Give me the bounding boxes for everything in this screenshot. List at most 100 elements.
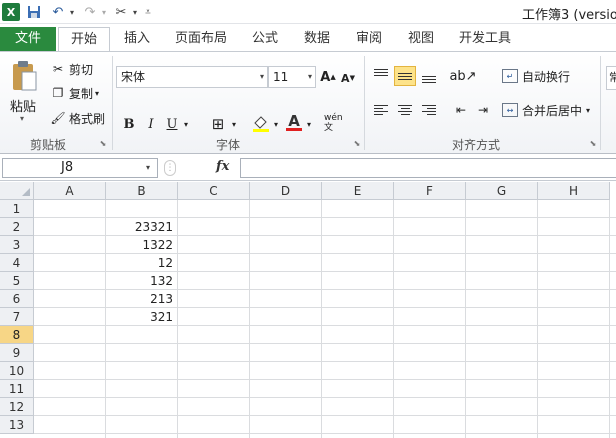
clipboard-group-label: 剪贴板	[29, 138, 66, 152]
tab-view[interactable]: 视图	[404, 27, 438, 52]
redo-dropdown-icon[interactable]: ▾	[100, 3, 108, 21]
formula-bar-resize-handle[interactable]: ⋮	[164, 160, 176, 176]
name-box-dropdown-icon[interactable]: ▾	[146, 163, 150, 172]
border-icon[interactable]: ⊞	[206, 114, 230, 134]
cell-b2[interactable]: 23321	[106, 218, 176, 236]
align-right-icon[interactable]	[418, 100, 440, 120]
cell-b6[interactable]: 213	[106, 290, 176, 308]
column-gridline	[609, 200, 610, 438]
border-dropdown-icon[interactable]: ▾	[230, 114, 238, 134]
column-header[interactable]: H	[538, 182, 610, 200]
row-header[interactable]: 6	[0, 290, 34, 308]
align-top-icon[interactable]	[370, 66, 392, 86]
tab-formulas[interactable]: 公式	[248, 27, 282, 52]
tools-dropdown-icon[interactable]: ▾	[131, 3, 139, 21]
customize-tools-icon[interactable]: ✂	[112, 3, 130, 21]
column-header[interactable]: C	[178, 182, 250, 200]
tab-review[interactable]: 审阅	[352, 27, 386, 52]
ribbon-tabs: 文件 开始 插入 页面布局 公式 数据 审阅 视图 开发工具	[0, 24, 616, 53]
worksheet-grid[interactable]: ABCDEFGH 1 2 3 4 5 6 7 8 9 10 11 12 13 23321 1322 12 13…	[0, 182, 616, 438]
row-header[interactable]: 9	[0, 344, 34, 362]
tab-insert[interactable]: 插入	[120, 27, 154, 52]
row-header[interactable]: 4	[0, 254, 34, 272]
undo-icon[interactable]: ↶	[50, 3, 66, 21]
fill-color-icon[interactable]	[250, 114, 272, 134]
bold-icon[interactable]: B	[120, 114, 138, 134]
column-header[interactable]: A	[34, 182, 106, 200]
copy-button[interactable]: ❐ 复制 ▾	[50, 84, 99, 102]
font-size-select[interactable]: 11 ▾	[268, 66, 316, 88]
paste-icon[interactable]	[10, 60, 38, 92]
row-header[interactable]: 7	[0, 308, 34, 326]
column-header[interactable]: D	[250, 182, 322, 200]
row-header[interactable]: 5	[0, 272, 34, 290]
tab-file[interactable]: 文件	[0, 27, 56, 52]
increase-indent-icon[interactable]: ⇥	[472, 100, 494, 120]
row-gridline	[34, 415, 616, 416]
orientation-icon[interactable]: ab↗	[449, 66, 476, 86]
tab-page-layout[interactable]: 页面布局	[172, 27, 230, 52]
cell-b7[interactable]: 321	[106, 308, 176, 326]
cell-b4[interactable]: 12	[106, 254, 176, 272]
select-all-corner[interactable]	[0, 182, 34, 200]
shrink-font-icon[interactable]: A ▼	[340, 68, 356, 88]
column-header[interactable]: G	[466, 182, 538, 200]
font-launcher-icon[interactable]: ⬊	[352, 139, 362, 149]
align-left-icon[interactable]	[370, 100, 392, 120]
redo-icon[interactable]: ↷	[82, 3, 98, 21]
align-center-icon[interactable]	[394, 100, 416, 120]
undo-dropdown-icon[interactable]: ▾	[68, 3, 76, 21]
wrap-text-button[interactable]: ↵ 自动换行	[502, 66, 570, 86]
paste-dropdown-icon[interactable]: ▾	[20, 114, 24, 123]
row-header[interactable]: 2	[0, 218, 34, 236]
column-header[interactable]: B	[106, 182, 178, 200]
phonetic-guide-icon[interactable]: wén 文	[324, 110, 352, 136]
column-header[interactable]: F	[394, 182, 466, 200]
quick-access-menu-icon[interactable]: ⩡	[144, 3, 152, 21]
cell-b3[interactable]: 1322	[106, 236, 176, 254]
fill-color-dropdown-icon[interactable]: ▾	[272, 114, 280, 134]
clipboard-launcher-icon[interactable]: ⬊	[98, 139, 108, 149]
alignment-launcher-icon[interactable]: ⬊	[588, 139, 598, 149]
merge-center-button[interactable]: ↔ 合并后居中 ▾	[502, 100, 590, 120]
formula-input[interactable]	[240, 158, 616, 178]
row-gridline	[34, 433, 616, 434]
name-box[interactable]: J8	[2, 158, 158, 178]
copy-icon: ❐	[52, 86, 64, 100]
row-header[interactable]: 12	[0, 398, 34, 416]
align-bottom-icon[interactable]	[418, 66, 440, 86]
font-group-label: 字体	[215, 138, 240, 152]
cell-b5[interactable]: 132	[106, 272, 176, 290]
row-header[interactable]: 3	[0, 236, 34, 254]
save-icon[interactable]	[26, 3, 42, 21]
row-header[interactable]: 11	[0, 380, 34, 398]
font-name-select[interactable]: 宋体 ▾	[116, 66, 268, 88]
column-gridline	[249, 200, 250, 438]
number-format-select[interactable]: 常	[606, 66, 616, 90]
excel-logo-icon[interactable]: X	[2, 3, 20, 21]
row-header[interactable]: 8	[0, 326, 34, 344]
format-painter-button[interactable]: 🖌 格式刷	[50, 109, 105, 127]
tab-developer[interactable]: 开发工具	[456, 27, 514, 52]
window-title: 工作簿3 (version	[522, 8, 616, 23]
align-middle-icon[interactable]	[394, 66, 416, 86]
paste-button[interactable]: 粘贴	[10, 96, 36, 115]
font-color-dropdown-icon[interactable]: ▾	[305, 114, 313, 134]
cut-button[interactable]: ✂ 剪切	[50, 60, 93, 78]
tab-data[interactable]: 数据	[300, 27, 334, 52]
insert-function-button[interactable]: fx	[216, 159, 229, 174]
row-header[interactable]: 10	[0, 362, 34, 380]
row-header[interactable]: 13	[0, 416, 34, 434]
decrease-indent-icon[interactable]: ⇤	[450, 100, 472, 120]
tab-home[interactable]: 开始	[58, 27, 110, 53]
font-color-icon[interactable]: A	[284, 112, 304, 132]
grow-font-icon[interactable]: A ▲	[320, 67, 336, 87]
column-header[interactable]: E	[322, 182, 394, 200]
format-painter-label: 格式刷	[69, 111, 106, 126]
underline-icon[interactable]: U	[164, 114, 180, 134]
underline-dropdown-icon[interactable]: ▾	[182, 114, 190, 134]
merge-cells-icon: ↔	[502, 103, 518, 117]
font-name-value: 宋体	[121, 70, 146, 84]
italic-icon[interactable]: I	[142, 114, 160, 134]
row-header[interactable]: 1	[0, 200, 34, 218]
